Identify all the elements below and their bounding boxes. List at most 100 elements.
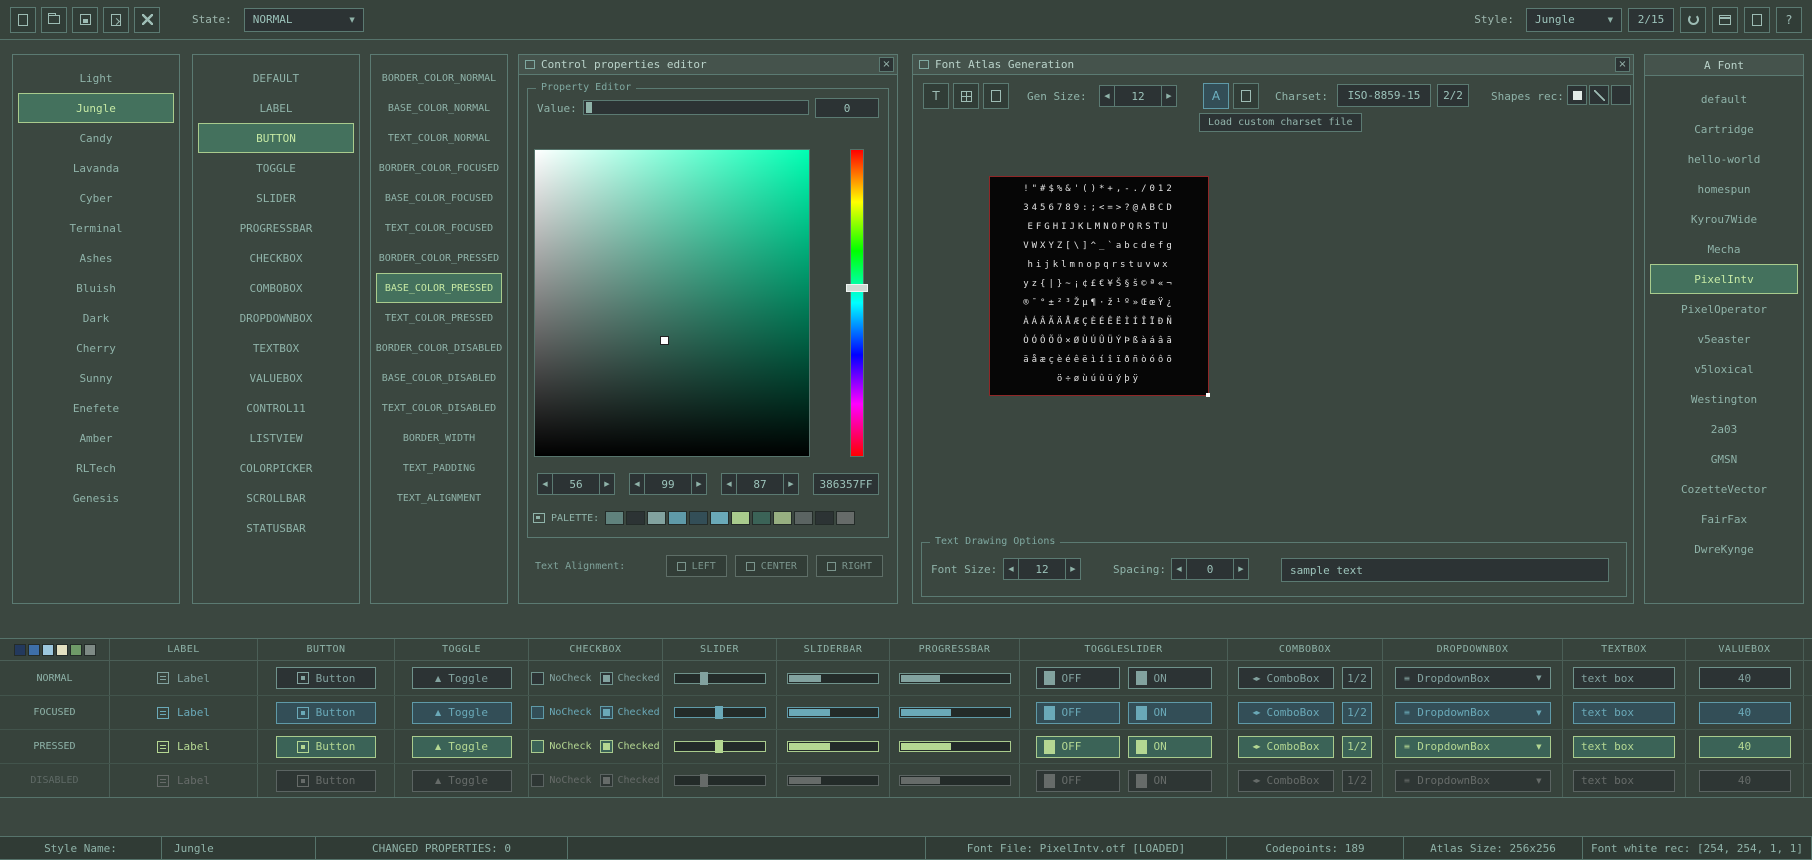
shapes-white-rec-button[interactable]: [1567, 85, 1587, 105]
valuebox-demo[interactable]: 40: [1699, 667, 1791, 689]
font-item[interactable]: default: [1650, 84, 1798, 114]
property-item[interactable]: BORDER_WIDTH: [376, 423, 502, 453]
sliderbar-demo[interactable]: [787, 775, 879, 786]
theme-item[interactable]: Cherry: [18, 333, 174, 363]
property-item[interactable]: BORDER_COLOR_NORMAL: [376, 63, 502, 93]
control-item[interactable]: CHECKBOX: [198, 243, 354, 273]
property-item[interactable]: BASE_COLOR_DISABLED: [376, 363, 502, 393]
spinner-increase-button[interactable]: ▶: [599, 473, 615, 495]
button-demo[interactable]: Button: [276, 702, 376, 724]
textbox-demo[interactable]: text box: [1573, 702, 1675, 724]
charset-index-box[interactable]: 2/2: [1437, 84, 1469, 107]
font-item[interactable]: Mecha: [1650, 234, 1798, 264]
theme-item[interactable]: Ashes: [18, 243, 174, 273]
slider-knob[interactable]: [715, 706, 723, 719]
textbox-demo[interactable]: text box: [1573, 770, 1675, 792]
align-left-button[interactable]: LEFT: [666, 555, 727, 577]
spinner-decrease-button[interactable]: ◀: [1003, 558, 1019, 580]
font-item[interactable]: FairFax: [1650, 504, 1798, 534]
theme-item[interactable]: Cyber: [18, 183, 174, 213]
property-item[interactable]: TEXT_COLOR_DISABLED: [376, 393, 502, 423]
state-dropdown[interactable]: NORMAL ▼: [244, 8, 364, 32]
property-item[interactable]: BORDER_COLOR_DISABLED: [376, 333, 502, 363]
sliderbar-demo[interactable]: [787, 707, 879, 718]
font-item[interactable]: v5loxical: [1650, 354, 1798, 384]
about-button[interactable]: ?: [1776, 7, 1802, 33]
checkbox-checked-demo[interactable]: Checked: [600, 774, 660, 787]
palette-swatch[interactable]: [668, 511, 687, 525]
theme-item[interactable]: Genesis: [18, 483, 174, 513]
spinner-decrease-button[interactable]: ◀: [629, 473, 645, 495]
close-window-button[interactable]: ×: [879, 57, 894, 72]
hex-color-box[interactable]: 386357FF: [813, 473, 879, 495]
header-color-swatch[interactable]: [56, 644, 68, 656]
header-color-swatch[interactable]: [42, 644, 54, 656]
blue-value[interactable]: 87: [737, 473, 783, 495]
atlas-grid-button[interactable]: [953, 83, 979, 109]
property-item[interactable]: TEXT_COLOR_FOCUSED: [376, 213, 502, 243]
color-picker[interactable]: [534, 149, 810, 457]
font-item[interactable]: homespun: [1650, 174, 1798, 204]
palette-swatch[interactable]: [773, 511, 792, 525]
toggle-demo[interactable]: ▲ Toggle: [412, 736, 512, 758]
toggleslider-on-demo[interactable]: ON: [1128, 770, 1212, 792]
control-item[interactable]: PROGRESSBAR: [198, 213, 354, 243]
red-value[interactable]: 56: [553, 473, 599, 495]
toggleslider-off-demo[interactable]: OFF: [1036, 702, 1120, 724]
charset-value-box[interactable]: ISO-8859-15: [1337, 84, 1431, 107]
gen-size-value[interactable]: 12: [1115, 85, 1161, 107]
open-style-button[interactable]: [41, 7, 67, 33]
control-item[interactable]: CONTROL11: [198, 393, 354, 423]
font-item[interactable]: DwreKynge: [1650, 534, 1798, 564]
font-size-value[interactable]: 12: [1019, 558, 1065, 580]
style-dropdown[interactable]: Jungle ▼: [1526, 8, 1622, 32]
header-color-swatch[interactable]: [70, 644, 82, 656]
control-item[interactable]: TOGGLE: [198, 153, 354, 183]
toggleslider-on-demo[interactable]: ON: [1128, 736, 1212, 758]
load-charset-button[interactable]: A: [1203, 83, 1229, 109]
shapes-slash-button[interactable]: [1589, 85, 1609, 105]
spinner-increase-button[interactable]: ▶: [1161, 85, 1177, 107]
dropdownbox-demo[interactable]: ≡ DropdownBox ▼: [1395, 667, 1551, 689]
theme-item[interactable]: Terminal: [18, 213, 174, 243]
textbox-demo[interactable]: text box: [1573, 736, 1675, 758]
slider-demo[interactable]: [674, 741, 766, 752]
spinner-decrease-button[interactable]: ◀: [537, 473, 553, 495]
toggleslider-on-demo[interactable]: ON: [1128, 702, 1212, 724]
slider-demo[interactable]: [674, 673, 766, 684]
font-item[interactable]: PixelIntv: [1650, 264, 1798, 294]
style-name-value[interactable]: Jungle: [161, 836, 316, 860]
text-mode-button[interactable]: T: [923, 83, 949, 109]
control-item[interactable]: COMBOBOX: [198, 273, 354, 303]
control-item[interactable]: VALUEBOX: [198, 363, 354, 393]
export-style-button[interactable]: [103, 7, 129, 33]
palette-swatch[interactable]: [815, 511, 834, 525]
property-item[interactable]: BORDER_COLOR_PRESSED: [376, 243, 502, 273]
property-item[interactable]: TEXT_ALIGNMENT: [376, 483, 502, 513]
align-center-button[interactable]: CENTER: [735, 555, 808, 577]
palette-swatch[interactable]: [731, 511, 750, 525]
reload-style-button[interactable]: [1680, 7, 1706, 33]
green-value[interactable]: 99: [645, 473, 691, 495]
control-item[interactable]: LABEL: [198, 93, 354, 123]
palette-swatch[interactable]: [647, 511, 666, 525]
button-demo[interactable]: Button: [276, 736, 376, 758]
slider-demo[interactable]: [674, 775, 766, 786]
hue-handle[interactable]: [846, 284, 868, 292]
slider-knob[interactable]: [715, 740, 723, 753]
dropdownbox-demo[interactable]: ≡ DropdownBox ▼: [1395, 770, 1551, 792]
font-item[interactable]: v5easter: [1650, 324, 1798, 354]
theme-item[interactable]: Light: [18, 63, 174, 93]
button-demo[interactable]: Button: [276, 667, 376, 689]
header-color-swatch[interactable]: [28, 644, 40, 656]
spinner-decrease-button[interactable]: ◀: [1171, 558, 1187, 580]
checkbox-checked-demo[interactable]: Checked: [600, 706, 660, 719]
new-style-button[interactable]: [10, 7, 36, 33]
combobox-index[interactable]: 1/2: [1342, 667, 1372, 689]
export-image-button[interactable]: [1744, 7, 1770, 33]
dropdownbox-demo[interactable]: ≡ DropdownBox ▼: [1395, 736, 1551, 758]
theme-item[interactable]: Enefete: [18, 393, 174, 423]
theme-item[interactable]: Amber: [18, 423, 174, 453]
control-item[interactable]: SCROLLBAR: [198, 483, 354, 513]
combobox-demo[interactable]: ◂▸ ComboBox: [1238, 770, 1334, 792]
